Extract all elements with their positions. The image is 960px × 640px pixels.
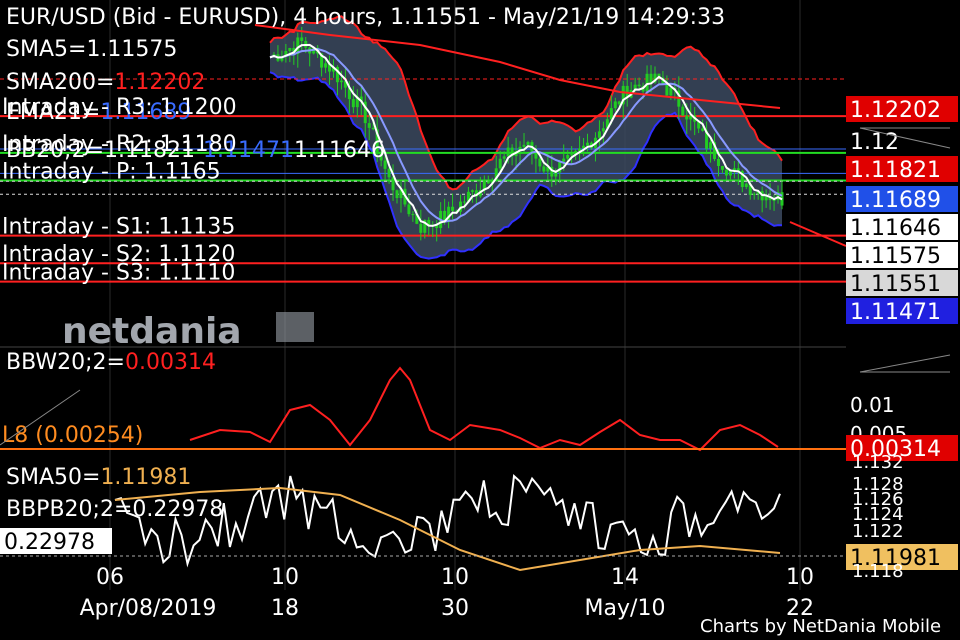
x-tick-row2-2: 30 [441, 596, 469, 621]
candle-body-68 [538, 158, 542, 167]
bbpb-label: BBPB20;2=0.22978 [6, 497, 223, 522]
candle-body-104 [681, 106, 685, 116]
candle-body-96 [649, 73, 653, 83]
candle-body-76 [570, 154, 574, 156]
pivot-label-3: Intraday - S1: 1.1135 [2, 215, 235, 240]
sma5-legend: SMA5=1.11575 [6, 37, 177, 62]
candle-body-111 [709, 142, 713, 149]
candle-body-26 [371, 127, 375, 130]
sma50-tick-5: 1.118 [852, 561, 904, 582]
sma200-label: SMA200= [6, 70, 114, 95]
candle-body-69 [542, 166, 546, 172]
candle-body-122 [752, 193, 756, 195]
bbw-level-label: L8 (0.00254) [2, 423, 143, 448]
x-tick-row1-4: 10 [786, 565, 814, 590]
sma50-tick-0: 1.132 [852, 452, 904, 473]
bbw-value: 0.00314 [125, 350, 216, 375]
candle-body-74 [562, 158, 566, 162]
logo-square [276, 312, 314, 342]
candle-body-120 [744, 183, 748, 188]
bbw-tick-label: 0.01 [850, 393, 895, 417]
x-tick-row1-0: 06 [96, 565, 124, 590]
sma200-legend: SMA200=1.12202 [6, 70, 205, 95]
candle-body-49 [462, 201, 466, 203]
x-tick-row2-1: 18 [271, 596, 299, 621]
candle-body-72 [554, 172, 558, 177]
candle-body-100 [665, 84, 669, 96]
x-tick-row1-2: 10 [441, 565, 469, 590]
sma5-value: 1.11575 [86, 37, 177, 62]
bbw-label: BBW20;2= [6, 350, 125, 375]
footer-credit: Charts by NetDania Mobile [700, 616, 941, 637]
candle-body-115 [724, 169, 728, 176]
candle-body-18 [339, 80, 343, 83]
pivot-label-5: Intraday - S3: 1.1110 [2, 261, 235, 286]
price-tag-0: 1.12202 [850, 98, 941, 123]
candle-body-113 [716, 158, 720, 167]
candle-body-114 [720, 166, 724, 170]
candle-body-93 [637, 84, 641, 87]
candle-body-75 [566, 155, 570, 159]
chart-canvas[interactable]: netdania 1.12202 1.12 1.11821 1.11689 1.1164… [0, 0, 960, 640]
candle-body-51 [470, 190, 474, 192]
price-tag-1: 1.12 [850, 130, 899, 155]
candle-body-30 [387, 168, 391, 178]
candle-body-86 [609, 108, 613, 120]
price-tag-4: 1.11646 [850, 216, 941, 241]
chart-title: EUR/USD (Bid - EURUSD), 4 hours, 1.11551… [6, 5, 725, 30]
svg-text:SMA50=1.11981: SMA50=1.11981 [6, 465, 191, 490]
candle-body-84 [601, 128, 605, 132]
candle-body-46 [451, 206, 455, 211]
candle-body-55 [486, 181, 490, 184]
pivot-label-0: Intraday - R3: 1.1200 [2, 95, 237, 120]
sma50-ticks: 1.1321.1281.1261.1241.1221.118 [852, 452, 904, 582]
candle-body-109 [701, 128, 705, 131]
bb-value3: 1.11646 [294, 138, 385, 163]
candle-body-5 [288, 47, 292, 51]
sma50-label: SMA50= [6, 465, 100, 490]
svg-text:SMA5=1.11575: SMA5=1.11575 [6, 37, 177, 62]
candle-body-95 [645, 73, 649, 92]
candle-body-64 [522, 144, 526, 147]
price-tag-7: 1.11471 [850, 300, 941, 325]
x-tick-row2-0: Apr/08/2019 [80, 596, 217, 621]
candle-body-36 [411, 214, 415, 216]
candle-body-105 [685, 115, 689, 120]
candle-body-8 [300, 37, 304, 41]
candle-body-125 [764, 196, 768, 201]
pivot-label-1: Intraday - R2: 1.1180 [2, 132, 237, 157]
candle-body-83 [597, 131, 601, 138]
logo-text: netdania [62, 311, 242, 352]
candle-body-80 [586, 142, 590, 146]
candle-body-58 [498, 158, 502, 169]
candle-body-25 [367, 123, 371, 128]
candle-body-35 [407, 204, 411, 215]
svg-text:SMA200=1.12202: SMA200=1.12202 [6, 70, 205, 95]
sma50-value: 1.11981 [100, 465, 191, 490]
candle-body-60 [506, 147, 510, 157]
price-tag-6: 1.11551 [850, 272, 941, 297]
price-tag-2: 1.11821 [850, 158, 941, 183]
candle-body-67 [534, 153, 538, 159]
pivot-label-2: Intraday - P: 1.1165 [2, 159, 221, 184]
price-tag-5: 1.11575 [850, 244, 941, 269]
candle-body-21 [351, 99, 355, 108]
candle-body-65 [526, 142, 530, 145]
x-tick-row2-3: May/10 [585, 596, 666, 621]
candle-body-59 [502, 156, 506, 159]
x-tick-row1-3: 14 [611, 565, 639, 590]
bbpb-left-tag: 0.22978 [4, 530, 95, 555]
sma50-tick-4: 1.122 [852, 521, 904, 542]
price-tag-3: 1.11689 [850, 188, 941, 213]
candle-body-14 [324, 63, 328, 68]
sma5-label: SMA5= [6, 37, 86, 62]
svg-text:BBW20;2=0.00314: BBW20;2=0.00314 [6, 350, 216, 375]
candle-body-101 [669, 87, 673, 96]
sma200-value: 1.12202 [114, 70, 205, 95]
candle-body-38 [419, 223, 423, 233]
x-tick-row1-1: 10 [271, 565, 299, 590]
candle-body-87 [613, 101, 617, 109]
candle-body-32 [395, 190, 399, 199]
